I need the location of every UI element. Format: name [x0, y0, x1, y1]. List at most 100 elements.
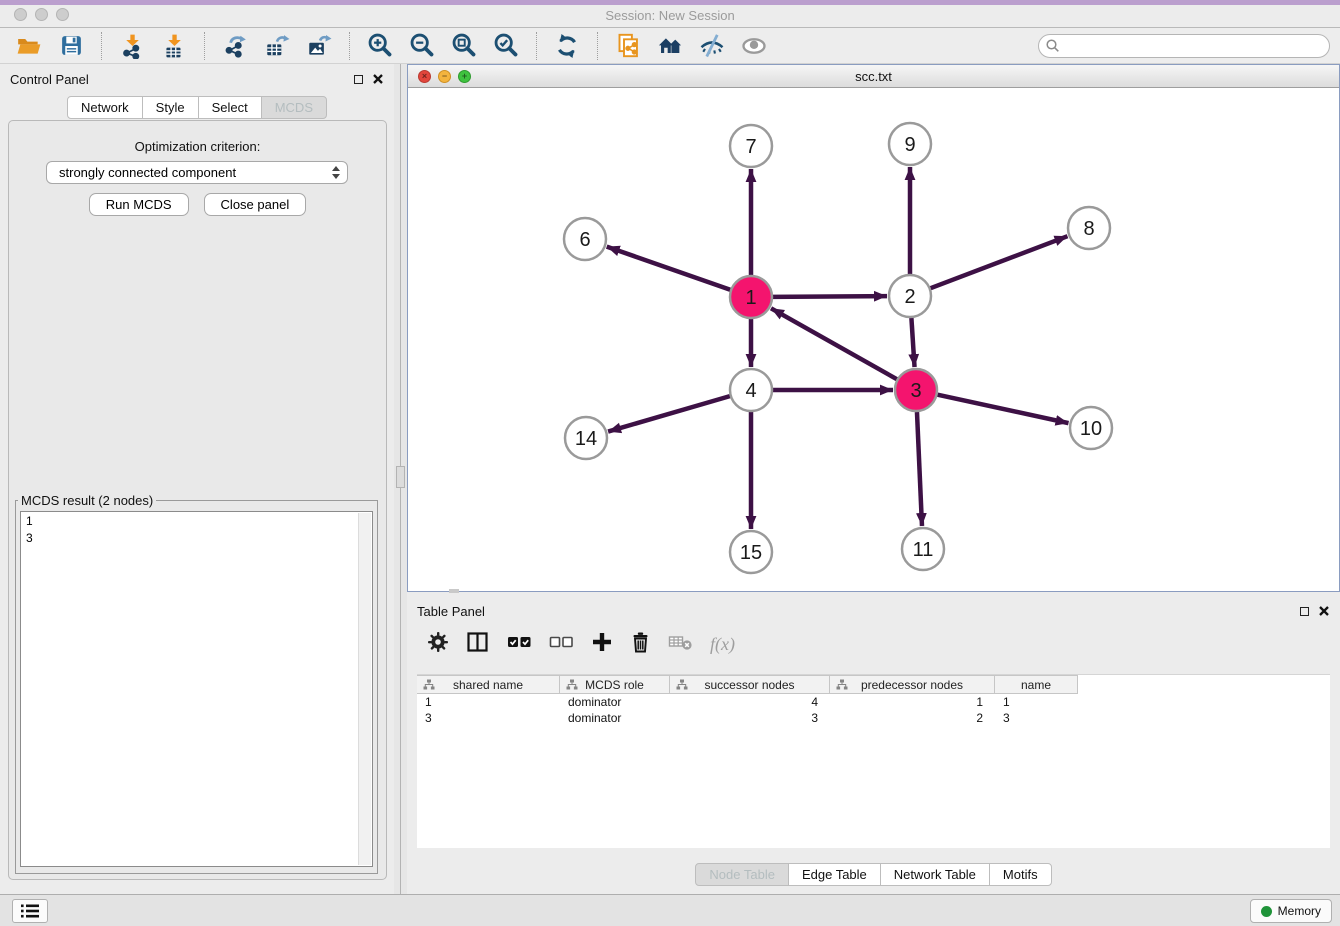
graph-edge-3-10[interactable] — [937, 395, 1068, 423]
splitter-grip[interactable] — [396, 466, 405, 488]
control-panel-title: Control Panel — [10, 72, 89, 87]
close-panel-icon[interactable] — [1318, 605, 1330, 617]
open-session-button[interactable] — [14, 31, 44, 61]
table-panel-title: Table Panel — [417, 604, 485, 619]
memory-button[interactable]: Memory — [1250, 899, 1332, 923]
graph-node-label-10: 10 — [1080, 418, 1102, 440]
float-panel-icon[interactable] — [1300, 607, 1309, 616]
result-line: 3 — [26, 530, 367, 547]
mcds-result-text[interactable]: 1 3 — [20, 511, 373, 867]
export-image-button[interactable] — [304, 31, 334, 61]
close-panel-button[interactable]: Close panel — [204, 193, 307, 216]
horizontal-splitter-grip[interactable] — [449, 589, 459, 593]
control-panel-tabs: Network Style Select MCDS — [0, 96, 394, 119]
tab-network[interactable]: Network — [67, 96, 143, 119]
graph-edge-3-11[interactable] — [917, 412, 922, 526]
save-session-button[interactable] — [56, 31, 86, 61]
tab-node-table[interactable]: Node Table — [695, 863, 789, 886]
tab-motifs[interactable]: Motifs — [989, 863, 1052, 886]
open-folder-icon — [16, 33, 42, 59]
graph-edge-2-8[interactable] — [931, 236, 1068, 288]
zoom-out-button[interactable] — [407, 31, 437, 61]
run-mcds-button[interactable]: Run MCDS — [89, 193, 189, 216]
delete-table-icon — [668, 632, 693, 652]
close-frame-button[interactable]: × — [418, 70, 431, 83]
export-image-icon — [306, 33, 332, 59]
zoom-selected-button[interactable] — [491, 31, 521, 61]
select-all-icon — [507, 634, 532, 650]
zoom-out-icon — [409, 32, 436, 59]
graph-edge-3-1[interactable] — [771, 308, 897, 379]
graph-node-label-6: 6 — [579, 229, 590, 251]
column-header-shared-name[interactable]: shared name — [417, 675, 560, 694]
add-row-button[interactable] — [591, 631, 613, 658]
export-network-button[interactable] — [220, 31, 250, 61]
unselect-all-icon — [549, 634, 574, 650]
mcds-result-title: MCDS result (2 nodes) — [18, 493, 156, 508]
eye-slash-icon — [698, 32, 726, 60]
close-panel-icon[interactable] — [372, 73, 384, 85]
export-table-button[interactable] — [262, 31, 292, 61]
tab-network-table[interactable]: Network Table — [880, 863, 990, 886]
maximize-frame-button[interactable]: + — [458, 70, 471, 83]
column-header-mcds-role[interactable]: MCDS role — [560, 675, 670, 694]
show-columns-button[interactable] — [466, 631, 490, 658]
zoom-in-button[interactable] — [365, 31, 395, 61]
table-row[interactable]: 1 dominator 4 1 1 — [417, 694, 1330, 710]
show-hidden-button[interactable] — [739, 31, 769, 61]
list-icon — [19, 902, 41, 920]
tree-icon — [676, 679, 688, 691]
graph-edge-4-14[interactable] — [608, 396, 730, 431]
tab-mcds[interactable]: MCDS — [261, 96, 327, 119]
criterion-select[interactable]: strongly connected component — [46, 161, 348, 184]
zoom-fit-button[interactable] — [449, 31, 479, 61]
result-line: 1 — [26, 513, 367, 530]
import-table-icon — [161, 33, 187, 59]
network-window: scc.txt × − + 7968124314101511 — [407, 64, 1340, 592]
clone-network-icon — [615, 32, 642, 59]
toolbar-separator — [536, 32, 537, 60]
search-icon — [1045, 38, 1061, 54]
graph-edge-1-2[interactable] — [773, 296, 887, 297]
minimize-frame-button[interactable]: − — [438, 70, 451, 83]
column-header-successor-nodes[interactable]: successor nodes — [670, 675, 830, 694]
graph-node-label-15: 15 — [740, 542, 762, 564]
float-panel-icon[interactable] — [354, 75, 363, 84]
graph-edge-1-6[interactable] — [607, 247, 731, 290]
tab-select[interactable]: Select — [198, 96, 262, 119]
select-all-button[interactable] — [507, 634, 532, 655]
clone-network-button[interactable] — [613, 31, 643, 61]
network-window-titlebar[interactable]: scc.txt × − + — [408, 65, 1339, 88]
hide-selected-button[interactable] — [697, 31, 727, 61]
column-header-predecessor-nodes[interactable]: predecessor nodes — [830, 675, 995, 694]
task-history-button[interactable] — [12, 899, 48, 923]
export-network-icon — [222, 33, 248, 59]
vertical-splitter[interactable] — [394, 64, 407, 894]
tree-icon — [423, 679, 435, 691]
function-builder-button[interactable]: f(x) — [710, 634, 735, 655]
network-window-controls[interactable]: × − + — [418, 70, 471, 83]
refresh-button[interactable] — [552, 31, 582, 61]
export-table-icon — [264, 33, 290, 59]
graph-node-label-1: 1 — [745, 287, 756, 309]
graph-node-label-3: 3 — [910, 380, 921, 402]
first-neighbors-button[interactable] — [655, 31, 685, 61]
column-header-name[interactable]: name — [995, 675, 1078, 694]
graph-edge-2-3[interactable] — [911, 318, 914, 367]
import-table-button[interactable] — [159, 31, 189, 61]
homes-icon — [656, 32, 684, 60]
network-graph[interactable]: 7968124314101511 — [408, 88, 1339, 591]
delete-row-button[interactable] — [630, 631, 651, 658]
import-network-button[interactable] — [117, 31, 147, 61]
unselect-all-button[interactable] — [549, 634, 574, 655]
node-table: shared name MCDS role successor nodes pr… — [417, 674, 1330, 848]
table-panel: Table Panel f(x) shared name MCDS role s… — [407, 596, 1340, 894]
table-row[interactable]: 3 dominator 3 2 3 — [417, 710, 1330, 726]
result-scrollbar[interactable] — [358, 513, 371, 865]
tab-edge-table[interactable]: Edge Table — [788, 863, 881, 886]
table-settings-button[interactable] — [427, 631, 449, 658]
network-canvas[interactable]: 7968124314101511 — [408, 88, 1339, 591]
delete-table-button[interactable] — [668, 632, 693, 657]
tab-style[interactable]: Style — [142, 96, 199, 119]
search-input[interactable] — [1038, 34, 1330, 58]
